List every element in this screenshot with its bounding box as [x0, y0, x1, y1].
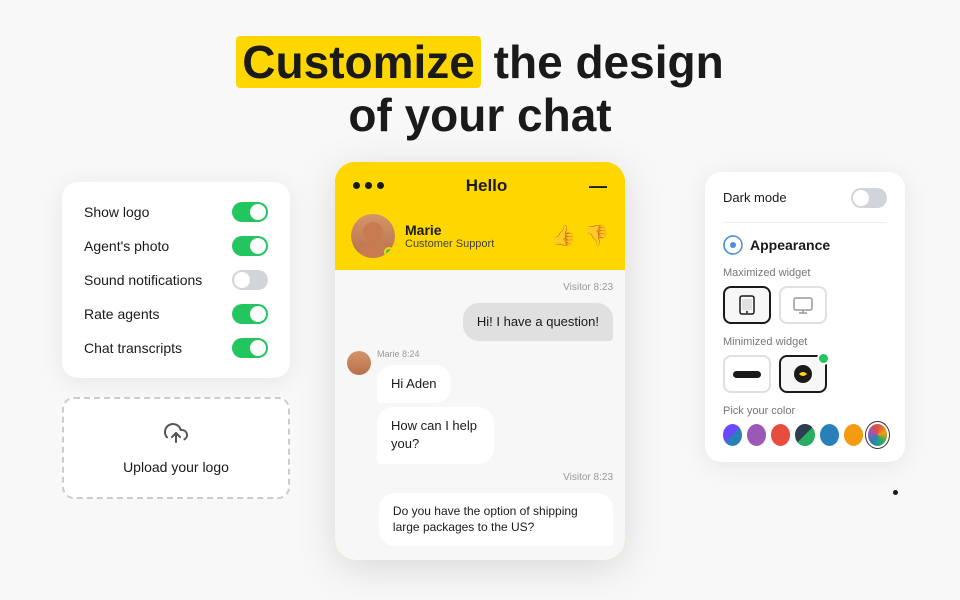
toggle-rate-agents: Rate agents — [84, 304, 268, 324]
toggle-show-logo: Show logo — [84, 202, 268, 222]
chat-widget: Hello — Marie Customer Support 👍 👎 Visit… — [335, 162, 625, 560]
minimized-widget-options — [723, 355, 887, 393]
selected-badge — [817, 352, 830, 365]
chat-dot-3 — [377, 182, 384, 189]
color-dot-red[interactable] — [771, 424, 790, 446]
toggle-sound-notifications-switch[interactable] — [232, 270, 268, 290]
toggle-sound-notifications-label: Sound notifications — [84, 272, 202, 288]
agent-avatar — [351, 214, 395, 258]
widget-option-desktop[interactable] — [779, 286, 827, 324]
chat-dots — [353, 182, 384, 189]
visitor-timestamp-2: Visitor 8:23 — [347, 472, 613, 483]
appearance-icon — [723, 235, 743, 255]
color-dot-multicolor[interactable] — [868, 424, 887, 446]
agent-role: Customer Support — [405, 238, 541, 250]
visitor-bubble-2: Do you have the option of shipping large… — [379, 493, 613, 547]
toggle-show-logo-label: Show logo — [84, 204, 149, 220]
thumbs-down-icon[interactable]: 👎 — [584, 223, 609, 248]
minimized-widget-option-bar[interactable] — [723, 355, 771, 393]
agent-mini-avatar — [347, 351, 371, 375]
agent-bar: Marie Customer Support 👍 👎 — [335, 206, 625, 270]
toggle-rate-agents-label: Rate agents — [84, 306, 160, 322]
main-content: Show logo Agent's photo Sound notificati… — [0, 162, 960, 592]
agent-message-group: Marie 8:24 Hi Aden How can I help you? — [347, 349, 613, 464]
toggle-chat-transcripts-label: Chat transcripts — [84, 340, 182, 356]
headline: Customize the design of your chat — [0, 36, 960, 142]
section-divider — [723, 222, 887, 223]
color-dot-blue[interactable] — [820, 424, 839, 446]
toggle-agents-photo: Agent's photo — [84, 236, 268, 256]
chat-minimize-button[interactable]: — — [589, 177, 607, 195]
appearance-panel: Dark mode Appearance Maximized widget — [705, 172, 905, 462]
toggle-agents-photo-switch[interactable] — [232, 236, 268, 256]
appearance-title-row: Appearance — [723, 235, 887, 255]
online-indicator — [384, 247, 394, 257]
toggle-sound-notifications: Sound notifications — [84, 270, 268, 290]
agent-info: Marie Customer Support — [405, 222, 541, 250]
toggle-show-logo-switch[interactable] — [232, 202, 268, 222]
toggles-panel: Show logo Agent's photo Sound notificati… — [62, 182, 290, 378]
dark-mode-toggle[interactable] — [851, 188, 887, 208]
minimized-widget-label: Minimized widget — [723, 336, 887, 348]
rating-icons: 👍 👎 — [551, 223, 609, 248]
headline-line2: of your chat — [348, 89, 611, 141]
color-dot-purple[interactable] — [747, 424, 766, 446]
upload-label: Upload your logo — [123, 459, 229, 475]
dark-mode-row: Dark mode — [723, 188, 887, 208]
agent-bubble-2: How can I help you? — [377, 407, 494, 463]
appearance-title: Appearance — [750, 237, 830, 253]
visitor-bubble-1: Hi! I have a question! — [463, 303, 613, 341]
maximized-widget-options — [723, 286, 887, 324]
toggle-chat-transcripts-switch[interactable] — [232, 338, 268, 358]
headline-plain: the design — [494, 36, 724, 88]
minimized-widget-option-bubble[interactable] — [779, 355, 827, 393]
toggle-rate-agents-switch[interactable] — [232, 304, 268, 324]
chat-dot-1 — [353, 182, 360, 189]
agent-meta: Marie 8:24 — [377, 349, 523, 359]
chat-messages: Visitor 8:23 Hi! I have a question! Mari… — [335, 270, 625, 560]
widget-option-mobile[interactable] — [723, 286, 771, 324]
upload-logo-box[interactable]: Upload your logo — [62, 397, 290, 499]
thumbs-up-icon[interactable]: 👍 — [551, 223, 576, 248]
maximized-widget-label: Maximized widget — [723, 267, 887, 279]
agent-bubbles: Marie 8:24 Hi Aden How can I help you? — [377, 349, 523, 464]
chat-widget-header: Hello — — [335, 162, 625, 206]
page-header: Customize the design of your chat — [0, 0, 960, 162]
upload-icon — [164, 421, 188, 451]
agent-bubble-1: Hi Aden — [377, 365, 451, 403]
color-options — [723, 424, 887, 446]
color-title: Pick your color — [723, 405, 887, 417]
visitor-timestamp-1: Visitor 8:23 — [347, 282, 613, 293]
color-dot-purple-blue[interactable] — [723, 424, 742, 446]
headline-highlight: Customize — [236, 36, 481, 88]
chat-dot-2 — [365, 182, 372, 189]
toggle-chat-transcripts: Chat transcripts — [84, 338, 268, 358]
chat-title: Hello — [466, 176, 508, 196]
color-dot-orange[interactable] — [844, 424, 863, 446]
agent-name: Marie — [405, 222, 541, 238]
color-dot-dark-teal[interactable] — [795, 424, 814, 446]
toggle-agents-photo-label: Agent's photo — [84, 238, 169, 254]
dark-mode-label: Dark mode — [723, 190, 787, 205]
